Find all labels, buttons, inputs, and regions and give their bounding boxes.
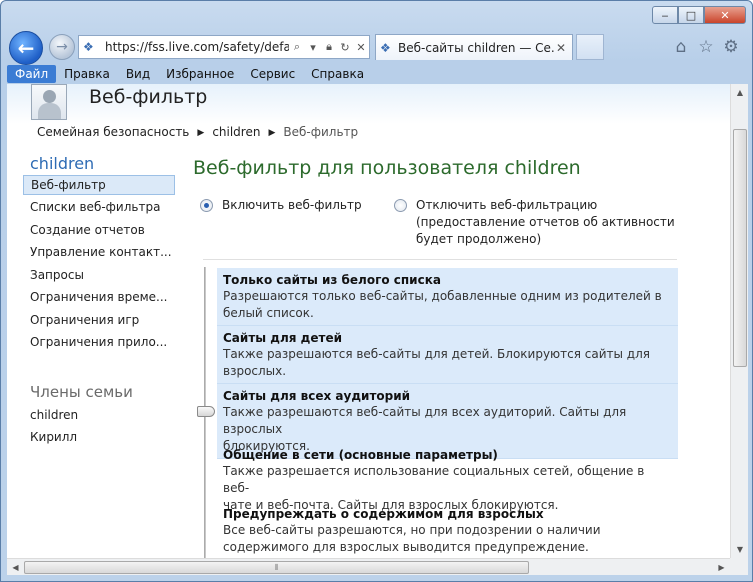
home-icon[interactable]: ⌂ [671, 37, 691, 57]
sidebar-item-app-limits[interactable]: Ограничения прило... [23, 332, 175, 355]
filter-level-slider-thumb[interactable] [197, 406, 215, 417]
menu-view[interactable]: Вид [118, 65, 158, 83]
address-bar[interactable]: ❖ https://fss.live.com/safety/default ⌕ … [78, 35, 370, 59]
back-button[interactable]: ← [9, 31, 43, 65]
level-desc: Разрешаются только веб-сайты, добавленны… [223, 289, 662, 303]
browser-window: ‒ □ ✕ ← → ❖ https://fss.live.com/safety/… [0, 0, 753, 582]
disable-filter-label: Отключить веб-фильтрацию (предоставление… [416, 197, 675, 248]
tab-favicon-icon: ❖ [380, 40, 391, 55]
tools-gear-icon[interactable]: ⚙ [721, 37, 741, 57]
disable-filter-line2: (предоставление отчетов об активности [416, 215, 675, 229]
sidebar-item-reports[interactable]: Создание отчетов [23, 220, 175, 243]
tab-close-icon[interactable]: ✕ [554, 41, 568, 55]
level-title: Сайты для детей [223, 331, 342, 345]
page-content: Веб-фильтр Семейная безопасность ▶ child… [7, 84, 730, 558]
lock-icon[interactable]: 🔒︎ [321, 40, 337, 54]
scroll-up-icon[interactable]: ▲ [731, 84, 749, 101]
scroll-down-icon[interactable]: ▼ [731, 541, 749, 558]
search-icon[interactable]: ⌕ [289, 40, 305, 54]
breadcrumb-user[interactable]: children [212, 125, 260, 141]
breadcrumb: Семейная безопасность ▶ children ▶ Веб-ф… [37, 125, 366, 141]
menu-tools[interactable]: Сервис [242, 65, 303, 83]
level-desc: содержимого для взрослых выводится преду… [223, 540, 589, 554]
vertical-scrollbar[interactable]: ▲ ▼ [730, 84, 748, 558]
sidebar-item-game-limits[interactable]: Ограничения игр [23, 310, 175, 333]
sidebar: children Веб-фильтр Списки веб-фильтра С… [23, 154, 175, 450]
disable-filter-radio[interactable] [394, 199, 407, 212]
level-desc: Все веб-сайты разрешаются, но при подозр… [223, 523, 601, 537]
level-whitelist-only[interactable]: Только сайты из белого списка Разрешаютс… [217, 268, 678, 326]
breadcrumb-arrow-icon: ▶ [197, 128, 205, 138]
level-desc: Также разрешаются веб-сайты для детей. Б… [223, 347, 650, 361]
level-desc: Также разрешаются веб-сайты для всех ауд… [223, 405, 627, 436]
member-item-kirill[interactable]: Кирилл [23, 427, 175, 450]
site-favicon-icon: ❖ [83, 40, 94, 54]
caption-buttons: ‒ □ ✕ [652, 6, 746, 24]
minimize-button[interactable]: ‒ [652, 6, 678, 24]
menu-help[interactable]: Справка [303, 65, 372, 83]
disable-filter-option[interactable]: Отключить веб-фильтрацию (предоставление… [394, 197, 675, 248]
menu-edit[interactable]: Правка [56, 65, 118, 83]
sidebar-item-contacts[interactable]: Управление контакт... [23, 242, 175, 265]
sidebar-item-requests[interactable]: Запросы [23, 265, 175, 288]
disable-filter-line3: будет продолжено) [416, 232, 542, 246]
scroll-right-icon[interactable]: ▶ [713, 559, 730, 576]
main-heading: Веб-фильтр для пользователя children [193, 157, 581, 179]
menu-favorites[interactable]: Избранное [158, 65, 242, 83]
level-title: Сайты для всех аудиторий [223, 389, 411, 403]
stop-icon[interactable]: ✕ [353, 41, 369, 54]
member-item-children[interactable]: children [23, 405, 175, 428]
tab-title: Веб-сайты children — Се... [398, 40, 554, 55]
level-desc: белый список. [223, 306, 314, 320]
level-desc: Также разрешается использование социальн… [223, 464, 645, 495]
breadcrumb-family-safety[interactable]: Семейная безопасность [37, 125, 189, 141]
refresh-icon[interactable]: ↻ [337, 41, 353, 54]
sidebar-item-time-limits[interactable]: Ограничения време... [23, 287, 175, 310]
maximize-button[interactable]: □ [678, 6, 704, 24]
forward-arrow-icon: → [56, 39, 68, 55]
level-warn-adult[interactable]: Предупреждать о содержимом для взрослых … [217, 502, 678, 558]
level-title: Общение в сети (основные параметры) [223, 448, 498, 462]
menu-file[interactable]: Файл [7, 64, 57, 83]
address-url[interactable]: https://fss.live.com/safety/default [105, 40, 289, 54]
level-title: Предупреждать о содержимом для взрослых [223, 507, 544, 521]
sidebar-user-heading[interactable]: children [23, 154, 175, 173]
level-title: Только сайты из белого списка [223, 273, 441, 287]
enable-filter-label: Включить веб-фильтр [222, 198, 362, 212]
page-title: Веб-фильтр [89, 86, 208, 108]
scroll-left-icon[interactable]: ◀ [7, 559, 24, 576]
divider [203, 259, 677, 260]
enable-filter-radio[interactable] [200, 199, 213, 212]
browser-tab[interactable]: ❖ Веб-сайты children — Се... ✕ [375, 34, 573, 60]
horizontal-scrollbar[interactable]: ◀ ⦀ ▶ [7, 558, 730, 575]
user-avatar-icon [31, 84, 67, 120]
close-window-button[interactable]: ✕ [704, 6, 746, 24]
sidebar-item-web-filter-lists[interactable]: Списки веб-фильтра [23, 197, 175, 220]
dropdown-icon[interactable]: ▾ [305, 41, 321, 54]
vertical-scroll-thumb[interactable] [733, 129, 747, 367]
breadcrumb-arrow-icon: ▶ [268, 128, 276, 138]
level-child-sites[interactable]: Сайты для детей Также разрешаются веб-са… [217, 326, 678, 384]
back-arrow-icon: ← [17, 36, 35, 60]
menu-bar: Файл Правка Вид Избранное Сервис Справка [7, 63, 747, 84]
scrollbar-corner [730, 558, 748, 575]
horizontal-scroll-thumb[interactable]: ⦀ [24, 561, 529, 574]
forward-button[interactable]: → [49, 34, 75, 60]
favorites-star-icon[interactable]: ☆ [696, 37, 716, 57]
disable-filter-line1: Отключить веб-фильтрацию [416, 198, 598, 212]
enable-filter-option[interactable]: Включить веб-фильтр [200, 197, 362, 214]
sidebar-item-web-filter[interactable]: Веб-фильтр [23, 175, 175, 195]
level-desc: взрослых. [223, 364, 287, 378]
new-tab-button[interactable] [576, 34, 604, 60]
family-members-heading: Члены семьи [30, 382, 133, 401]
breadcrumb-current: Веб-фильтр [283, 125, 359, 139]
